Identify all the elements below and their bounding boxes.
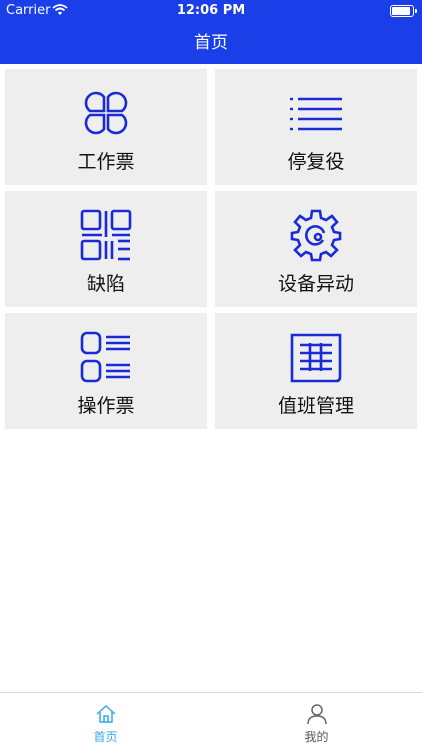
menu-item-label: 缺陷 [86,273,125,295]
gear-icon [290,209,342,262]
table-icon [290,333,342,383]
list-icon [290,97,342,131]
tab-mine-label: 我的 [304,730,329,744]
checklist-icon [80,331,130,383]
status-bar: Carrier 12:06 PM [0,0,422,22]
menu-item-work-ticket[interactable]: 工作票 [5,69,207,185]
page-title: 首页 [194,33,228,53]
menu-item-label: 工作票 [77,151,135,173]
menu-item-label: 设备异动 [277,273,354,295]
home-icon [96,704,115,723]
menu-item-defect[interactable]: 缺陷 [5,191,207,307]
nav-bar: 首页 [0,22,422,64]
clover-icon [84,91,128,135]
menu-item-label: 停复役 [287,151,345,173]
menu-item-operation-ticket[interactable]: 操作票 [5,313,207,429]
qr-code-icon [80,209,132,261]
tab-mine[interactable]: 我的 [211,693,422,751]
menu-item-equipment-change[interactable]: 设备异动 [215,191,417,307]
tab-bar: 首页 我的 [0,692,422,751]
tab-home-label: 首页 [93,730,118,744]
menu-grid: 工作票 停复役 缺陷 设备异动 操作票 值班管理 [5,69,417,429]
menu-item-duty-management[interactable]: 值班管理 [215,313,417,429]
menu-item-label: 值班管理 [277,395,354,417]
tab-home[interactable]: 首页 [0,693,211,751]
clock: 12:06 PM [176,3,246,18]
menu-item-label: 操作票 [77,395,135,417]
battery-icon [390,5,417,17]
menu-item-outage[interactable]: 停复役 [215,69,417,185]
user-icon [306,704,327,725]
